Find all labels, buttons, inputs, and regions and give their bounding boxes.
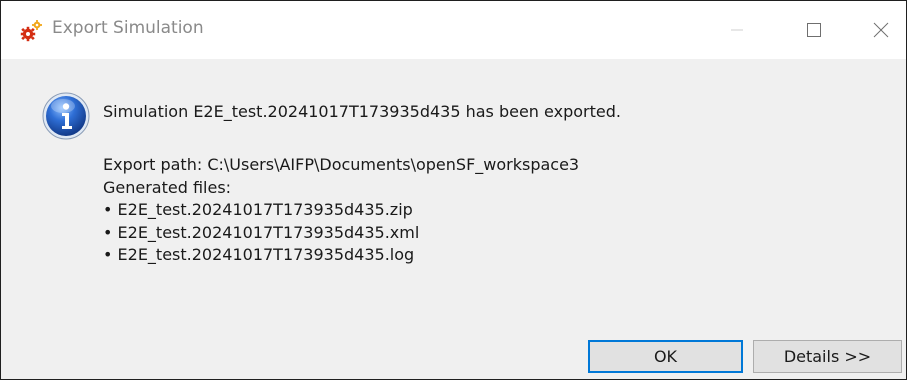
message-headline: Simulation E2E_test.20241017T173935d435 … xyxy=(103,102,621,121)
maximize-button[interactable] xyxy=(784,1,844,59)
gears-app-icon xyxy=(20,20,42,42)
maximize-icon xyxy=(807,23,821,37)
info-icon xyxy=(42,92,90,140)
dialog-body: Simulation E2E_test.20241017T173935d435 … xyxy=(1,59,906,379)
generated-file-item: • E2E_test.20241017T173935d435.xml xyxy=(103,222,420,242)
ok-button[interactable]: OK xyxy=(588,340,743,373)
window-title: Export Simulation xyxy=(52,18,204,38)
close-icon xyxy=(873,22,889,38)
minimize-button[interactable] xyxy=(707,1,767,59)
export-simulation-dialog: Export Simulation Simulation E2E_test.20… xyxy=(0,0,907,380)
generated-file-item: • E2E_test.20241017T173935d435.zip xyxy=(103,200,413,219)
title-bar[interactable]: Export Simulation xyxy=(1,1,906,59)
export-path-text: Export path: C:\Users\AIFP\Documents\ope… xyxy=(103,155,580,174)
generated-files-label: Generated files: xyxy=(103,177,232,197)
generated-file-item: • E2E_test.20241017T173935d435.log xyxy=(103,245,415,264)
details-button[interactable]: Details >> xyxy=(753,340,902,373)
minimize-icon xyxy=(731,29,743,31)
message-details: Export path: C:\Users\AIFP\Documents\ope… xyxy=(103,154,579,267)
close-button[interactable] xyxy=(851,1,907,59)
